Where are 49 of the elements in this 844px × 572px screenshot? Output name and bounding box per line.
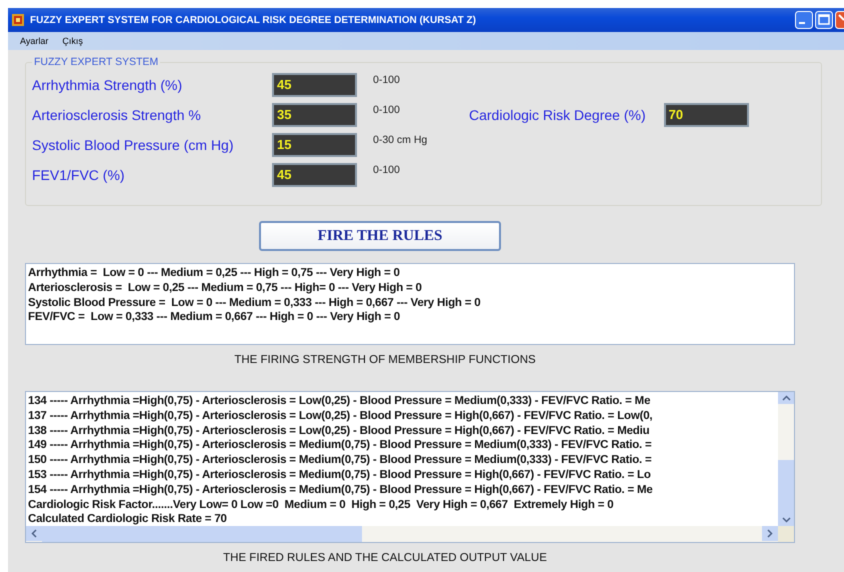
field-label: Cardiologic Risk Degree (%) <box>469 106 646 122</box>
text-area[interactable] <box>25 391 795 543</box>
horizontal-scrollbar[interactable] <box>26 526 794 542</box>
text-line: 134 ----- Arrhythmia =High(0,75) - Arteriosclerosis = Low(0,25) - Blood Pressure = Medium(0,333) - FEV/FVC Ratio. = Me <box>28 394 652 409</box>
scroll-right-button[interactable] <box>762 526 778 541</box>
scroll-thumb[interactable] <box>778 460 794 514</box>
input-field[interactable]: 35 <box>272 102 357 126</box>
text-line: 153 ----- Arrhythmia =High(0,75) - Arteriosclerosis = Medium(0,75) - Blood Pressure = High(0,667) - FEV/FVC Ratio. = Lo <box>28 468 652 483</box>
text-line: 137 ----- Arrhythmia =High(0,75) - Arteriosclerosis = Low(0,25) - Blood Pressure = High(0,667) - FEV/FVC Ratio. = Low(0, <box>28 408 654 424</box>
scroll-left-button[interactable] <box>26 526 42 541</box>
text-line: 149 ----- Arrhythmia =High(0,75) - Arteriosclerosis = Medium(0,75) - Blood Pressure = Medium(0,333) - FEV/FVC Ratio. = <box>28 438 653 454</box>
text-line: 154 ----- Arrhythmia =High(0,75) - Arteriosclerosis = Medium(0,75) - Blood Pressure = High(0,667) - FEV/FVC Ratio. = Me <box>28 482 654 498</box>
input-field[interactable]: 45 <box>272 162 357 186</box>
range-text: 0-100 <box>373 164 401 176</box>
vertical-scrollbar[interactable] <box>778 392 794 526</box>
window-title: FUZZY EXPERT SYSTEM FOR CARDIOLOGICAL RISK DEGREE DETERMINATION (KURSAT Z) <box>30 14 477 26</box>
fire-button[interactable]: FIRE THE RULES <box>259 221 501 251</box>
range-text: 0-30 cm Hg <box>373 134 428 146</box>
text-line: Arrhythmia = Low = 0 --- Medium = 0,25 --- High = 0,75 --- Very High = 0 <box>28 266 401 281</box>
range-text: 0-100 <box>373 74 401 86</box>
input-field[interactable]: 15 <box>272 132 357 156</box>
scroll-up-button[interactable] <box>778 392 794 404</box>
field-label: Systolic Blood Pressure (cm Hg) <box>32 136 235 152</box>
menu-item[interactable]: Çıkış <box>62 36 83 46</box>
field-label: Arteriosclerosis Strength % <box>32 106 202 122</box>
input-field[interactable]: 45 <box>272 72 357 96</box>
maximize-button[interactable] <box>815 11 833 29</box>
menu-item[interactable]: Ayarlar <box>20 36 48 46</box>
text-line: FEV/FVC = Low = 0,333 --- Medium = 0,667 --- High = 0 --- Very High = 0 <box>28 310 401 326</box>
text-line: Cardiologic Risk Factor.......Very Low= 0 Low =0 Medium = 0 High = 0,25 Very High = 0,667 Extremely High = 0 <box>28 498 614 512</box>
text-line: Systolic Blood Pressure = Low = 0 --- Medium = 0,333 --- High = 0,667 --- Very High = 0 <box>28 296 482 310</box>
group-title: FUZZY EXPERT SYSTEM <box>32 56 160 68</box>
scrollbar-corner <box>778 526 794 542</box>
minimize-button[interactable] <box>795 11 813 29</box>
text-area[interactable] <box>25 263 795 345</box>
close-button[interactable] <box>835 11 844 29</box>
app-icon <box>12 14 24 26</box>
text-line: 138 ----- Arrhythmia =High(0,75) - Arteriosclerosis = Low(0,25) - Blood Pressure = High(0,667) - FEV/FVC Ratio. = Mediu <box>28 424 650 438</box>
caption: THE FIRING STRENGTH OF MEMBERSHIP FUNCTIONS <box>233 354 537 368</box>
text-line: Calculated Cardiologic Risk Rate = 70 <box>28 512 228 526</box>
text-line: Arteriosclerosis = Low = 0,25 --- Medium = 0,75 --- High= 0 --- Very High = 0 <box>28 280 423 296</box>
field-label: FEV1/FVC (%) <box>32 166 126 182</box>
text-line: 150 ----- Arrhythmia =High(0,75) - Arteriosclerosis = Medium(0,75) - Blood Pressure = Medium(0,333) - FEV/FVC Ratio. = <box>28 453 653 468</box>
caption: THE FIRED RULES AND THE CALCULATED OUTPUT VALUE <box>222 552 548 566</box>
output-field[interactable]: 70 <box>664 102 749 126</box>
field-label: Arrhythmia Strength (%) <box>32 76 184 92</box>
scroll-thumb[interactable] <box>42 526 362 542</box>
scroll-down-button[interactable] <box>778 514 794 526</box>
range-text: 0-100 <box>373 104 401 116</box>
